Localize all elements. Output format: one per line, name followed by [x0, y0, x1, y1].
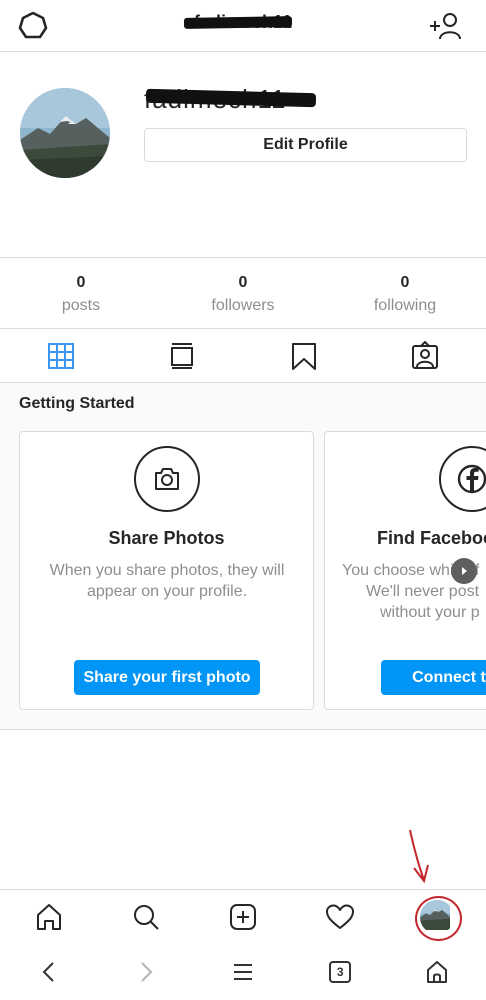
bottom-navigation	[0, 889, 486, 943]
home-icon	[427, 960, 448, 983]
stat-label: posts	[61, 297, 101, 314]
nav-new-post[interactable]	[194, 890, 291, 943]
getting-started-section: Getting Started Share Photos When you sh…	[0, 383, 486, 730]
top-bar: fadimech11	[0, 0, 486, 52]
desc-line: without your p	[380, 604, 480, 621]
browser-home[interactable]	[389, 943, 486, 1000]
browser-tabs[interactable]: 3	[292, 943, 389, 1000]
share-first-photo-button[interactable]: Share your first photo	[74, 660, 260, 695]
feed-icon	[171, 342, 194, 369]
stat-value: 0	[76, 274, 86, 291]
stat-value: 0	[238, 274, 248, 291]
share-photos-card: Share Photos When you share photos, they…	[19, 431, 314, 710]
stat-followers[interactable]: 0 followers	[162, 258, 324, 328]
card-description: When you share photos, they will appear …	[49, 562, 285, 600]
stat-label: following	[373, 297, 437, 314]
heart-icon	[326, 904, 355, 929]
camera-icon	[155, 468, 179, 490]
stat-value: 0	[400, 274, 410, 291]
card-title: Find Faceboo	[377, 528, 486, 548]
annotation-highlight-ring	[415, 896, 462, 941]
nav-home[interactable]	[0, 890, 97, 943]
add-post-icon	[230, 903, 256, 930]
tab-tagged[interactable]	[365, 329, 486, 382]
icon-circle	[439, 446, 486, 512]
home-icon	[36, 903, 61, 930]
menu-icon	[234, 963, 252, 980]
connect-facebook-button[interactable]: Connect to F	[381, 660, 486, 695]
card-title: Share Photos	[108, 528, 225, 548]
browser-forward[interactable]	[97, 943, 194, 1000]
settings-icon[interactable]	[18, 11, 48, 41]
browser-menu[interactable]	[194, 943, 291, 1000]
carousel-next-button[interactable]	[451, 558, 477, 584]
profile-tabs	[0, 329, 486, 383]
nav-activity[interactable]	[292, 890, 389, 943]
chevron-right-icon	[462, 567, 467, 575]
browser-back[interactable]	[0, 943, 97, 1000]
facebook-icon	[457, 464, 486, 494]
stat-following[interactable]: 0 following	[324, 258, 486, 328]
section-title: Getting Started	[19, 395, 135, 412]
chevron-right-icon	[141, 961, 153, 982]
tab-grid[interactable]	[0, 329, 122, 382]
browser-toolbar: 3	[0, 943, 486, 1000]
chevron-left-icon	[42, 961, 54, 982]
bookmark-icon	[291, 342, 316, 370]
tab-saved[interactable]	[243, 329, 365, 382]
edit-profile-button[interactable]: Edit Profile	[144, 128, 467, 162]
tagged-icon	[412, 340, 439, 369]
profile-avatar[interactable]	[20, 88, 110, 178]
desc-line: We'll never post	[366, 583, 480, 600]
tab-count-badge: 3	[329, 960, 352, 983]
search-icon	[133, 904, 159, 930]
nav-search[interactable]	[97, 890, 194, 943]
grid-icon	[47, 342, 74, 369]
profile-stats: 0 posts 0 followers 0 following	[0, 257, 486, 329]
stat-posts[interactable]: 0 posts	[0, 258, 162, 328]
tab-feed[interactable]	[122, 329, 244, 382]
stat-label: followers	[211, 297, 275, 314]
annotation-arrow-icon	[409, 829, 429, 884]
add-user-icon[interactable]	[428, 11, 462, 41]
redaction-mark	[183, 16, 293, 29]
icon-circle	[134, 446, 200, 512]
